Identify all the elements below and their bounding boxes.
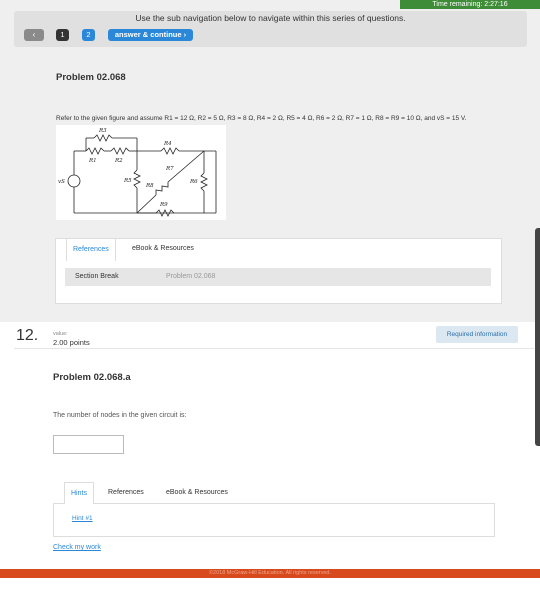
hint-link[interactable]: Hint #1 (72, 515, 93, 522)
section-label: Section Break (75, 273, 119, 280)
tab-hints[interactable]: Hints (64, 482, 94, 504)
tab-references[interactable]: References (66, 238, 116, 261)
circuit-diagram: R3 R1 R2 R4 R5 R6 R7 R8 R9 vS (58, 128, 217, 217)
back-button[interactable]: ‹ (24, 29, 44, 41)
required-information-button[interactable]: Required information (436, 326, 518, 343)
tab-ebook-resources[interactable]: eBook & Resources (126, 238, 200, 260)
label-r4: R4 (163, 141, 172, 147)
answer-continue-button[interactable]: answer & continue › (108, 29, 193, 41)
time-remaining: Time remaining: 2:27:16 (400, 0, 540, 9)
label-r9: R9 (159, 202, 168, 208)
tab-ebook-resources-2[interactable]: eBook & Resources (160, 482, 234, 503)
question-title: Problem 02.068.a (53, 372, 131, 383)
subnav-instructions: Use the sub navigation below to navigate… (135, 13, 406, 23)
sub-navigation: Use the sub navigation below to navigate… (14, 11, 527, 47)
circuit-figure: R3 R1 R2 R4 R5 R6 R7 R8 R9 vS (56, 125, 226, 220)
label-r6: R6 (189, 179, 198, 185)
tab-references-2[interactable]: References (102, 482, 150, 503)
page-1-button[interactable]: 1 (56, 29, 69, 41)
section-break-row: Section Break Problem 02.068 (65, 268, 491, 286)
page-2-button[interactable]: 2 (82, 29, 95, 41)
check-my-work-link[interactable]: Check my work (53, 544, 101, 551)
label-r5: R5 (123, 178, 132, 184)
section-value: Problem 02.068 (166, 273, 216, 280)
problem-statement: Refer to the given figure and assume R1 … (56, 115, 467, 122)
question-number: 12. (16, 327, 39, 344)
label-vs: vS (58, 179, 65, 185)
label-r1: R1 (88, 158, 97, 164)
question-points: 2.00 points (53, 338, 90, 347)
answer-input[interactable] (53, 435, 124, 454)
label-r7: R7 (165, 166, 174, 172)
value-label: value: (53, 331, 68, 337)
question-text: The number of nodes in the given circuit… (53, 412, 187, 419)
divider (14, 348, 534, 349)
hints-panel (53, 503, 495, 537)
label-r3: R3 (98, 128, 107, 134)
label-r2: R2 (114, 158, 123, 164)
scrollbar[interactable] (535, 228, 540, 446)
footer: ©2018 McGraw-Hill Education. All rights … (0, 569, 540, 578)
problem-title: Problem 02.068 (56, 72, 126, 83)
label-r8: R8 (145, 183, 154, 189)
